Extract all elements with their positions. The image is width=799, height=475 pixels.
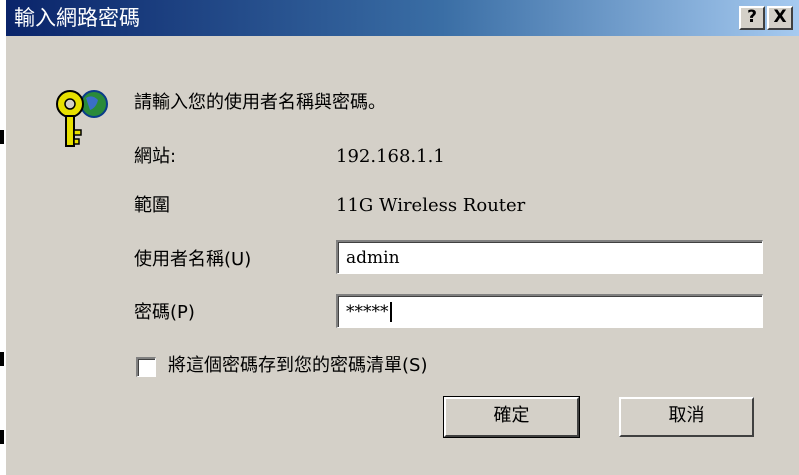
close-button[interactable]: X (767, 6, 793, 30)
save-password-label[interactable]: 將這個密碼存到您的密碼清單(S) (168, 355, 427, 377)
dialog-prompt: 請輸入您的使用者名稱與密碼。 (134, 92, 386, 113)
save-password-checkbox[interactable] (136, 357, 156, 377)
cancel-button[interactable]: 取消 (619, 397, 754, 437)
edge-mark (0, 430, 4, 444)
password-field[interactable]: ***** (336, 294, 763, 328)
window-title: 輸入網路密碼 (14, 6, 140, 30)
site-label: 網站: (134, 146, 177, 167)
password-value: ***** (346, 302, 389, 322)
text-caret (389, 302, 392, 322)
ok-button[interactable]: 確定 (443, 396, 580, 438)
site-value: 192.168.1.1 (336, 146, 445, 167)
realm-label: 範圍 (134, 195, 170, 216)
password-label: 密碼(P) (134, 302, 195, 323)
realm-value: 11G Wireless Router (336, 195, 526, 216)
title-bar[interactable]: 輸入網路密碼 ? X (6, 0, 799, 36)
username-label: 使用者名稱(U) (134, 249, 252, 270)
help-button[interactable]: ? (739, 6, 765, 30)
username-value: admin (346, 248, 400, 268)
network-password-dialog: 輸入網路密碼 ? X 請輸入您的使用者名稱與密碼。 網站: 192.168.1.… (6, 0, 799, 475)
edge-mark (0, 352, 4, 366)
edge-mark (0, 130, 4, 144)
username-field[interactable]: admin (336, 240, 763, 274)
key-globe-icon (56, 90, 108, 147)
